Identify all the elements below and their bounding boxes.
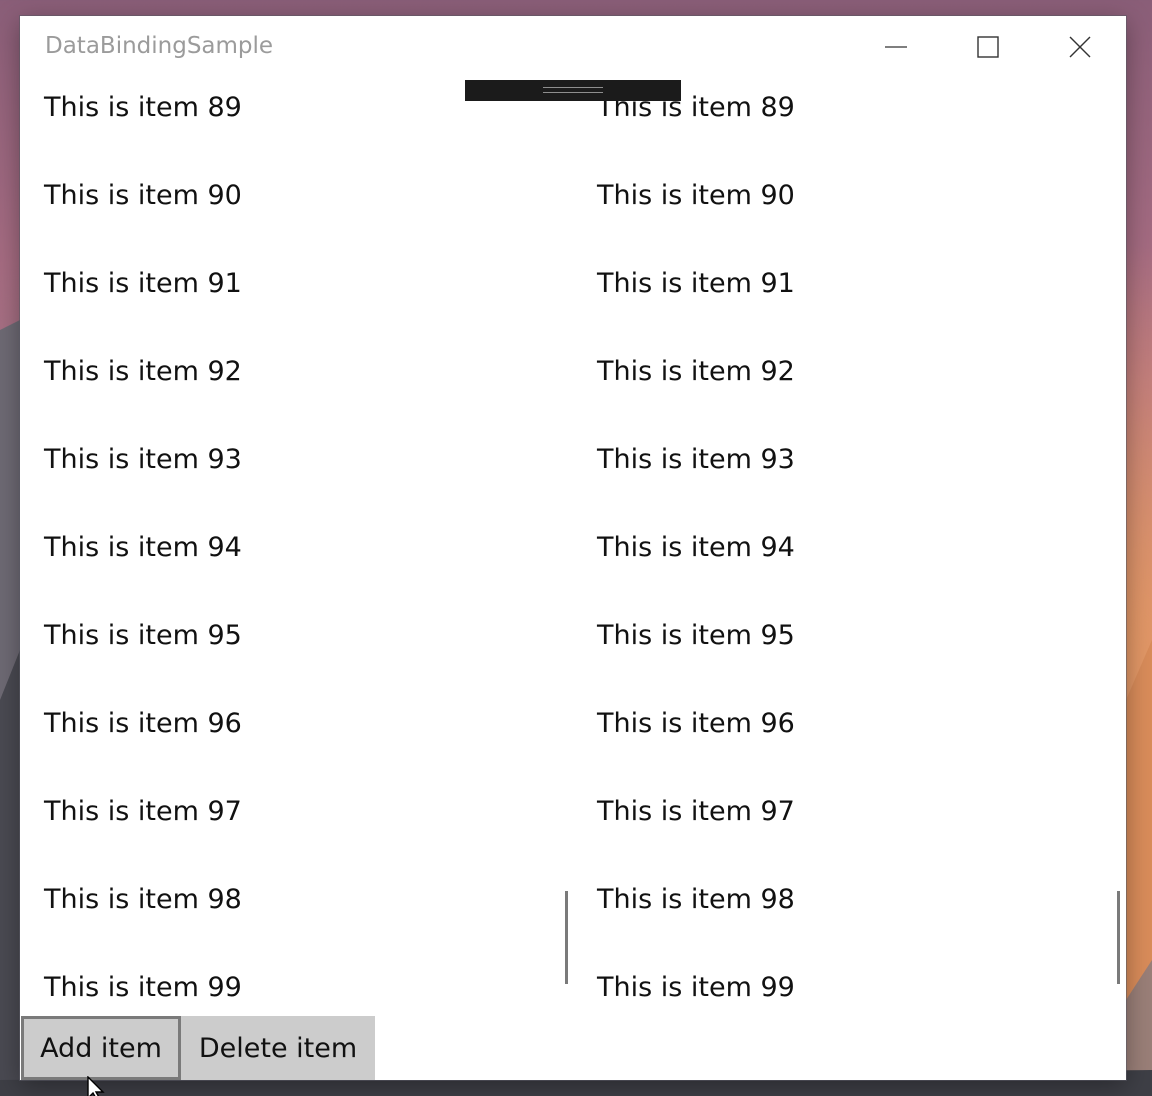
- right-list-item[interactable]: This is item 98: [597, 882, 795, 918]
- right-list-item[interactable]: This is item 99: [597, 970, 795, 1002]
- right-list-view[interactable]: This is item 89 This is item 90 This is it…: [573, 74, 1126, 1002]
- left-list-item[interactable]: This is item 89: [44, 90, 242, 126]
- left-list-item[interactable]: This is item 93: [44, 442, 242, 478]
- delete-item-button[interactable]: Delete item: [181, 1016, 375, 1080]
- maximize-icon: [977, 36, 999, 58]
- left-list-item[interactable]: This is item 97: [44, 794, 242, 830]
- right-list-item[interactable]: This is item 92: [597, 354, 795, 390]
- left-list-item[interactable]: This is item 91: [44, 266, 242, 302]
- grip-icon: [543, 87, 603, 93]
- left-list-item[interactable]: This is item 92: [44, 354, 242, 390]
- mouse-cursor-icon: [87, 1076, 105, 1096]
- left-list-item[interactable]: This is item 90: [44, 178, 242, 214]
- right-list-item[interactable]: This is item 95: [597, 618, 795, 654]
- right-list-item[interactable]: This is item 94: [597, 530, 795, 566]
- app-window: DataBindingSample This is item 89 This is…: [20, 16, 1126, 1080]
- close-icon: [1069, 36, 1091, 58]
- minimize-button[interactable]: [850, 16, 942, 78]
- left-list-item[interactable]: This is item 98: [44, 882, 242, 918]
- right-list-item[interactable]: This is item 93: [597, 442, 795, 478]
- close-button[interactable]: [1034, 16, 1126, 78]
- left-list-scrollbar[interactable]: [565, 891, 568, 984]
- drag-handle[interactable]: [465, 80, 681, 101]
- title-bar[interactable]: DataBindingSample: [20, 16, 1126, 78]
- minimize-icon: [885, 46, 907, 48]
- left-list-view[interactable]: This is item 89 This is item 90 This is it…: [20, 74, 573, 1002]
- left-list-item[interactable]: This is item 99: [44, 970, 242, 1002]
- add-item-button[interactable]: Add item: [21, 1016, 181, 1080]
- right-list-scrollbar[interactable]: [1117, 891, 1120, 984]
- right-list-item[interactable]: This is item 91: [597, 266, 795, 302]
- left-list-item[interactable]: This is item 94: [44, 530, 242, 566]
- right-list-item[interactable]: This is item 97: [597, 794, 795, 830]
- window-title: DataBindingSample: [45, 33, 274, 59]
- left-list-item[interactable]: This is item 96: [44, 706, 242, 742]
- left-list-item[interactable]: This is item 95: [44, 618, 242, 654]
- maximize-button[interactable]: [942, 16, 1034, 78]
- right-list-item[interactable]: This is item 90: [597, 178, 795, 214]
- right-list-item[interactable]: This is item 96: [597, 706, 795, 742]
